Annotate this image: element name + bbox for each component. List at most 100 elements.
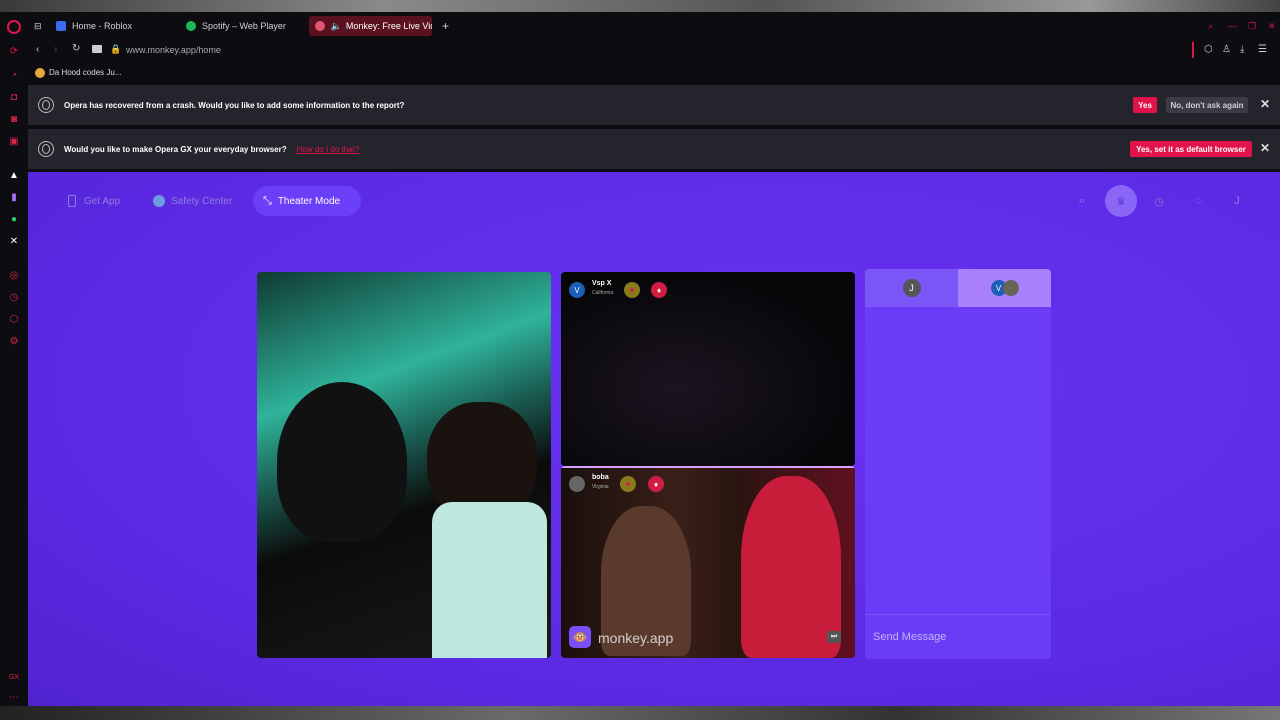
default-browser-notice: Would you like to make Opera GX your eve… xyxy=(28,129,1280,169)
search-tabs-icon[interactable]: ⌕ xyxy=(1202,16,1218,36)
crash-yes-button[interactable]: Yes xyxy=(1133,97,1157,113)
video-divider xyxy=(561,466,855,468)
default-notice-text: Would you like to make Opera GX your eve… xyxy=(64,144,287,154)
forward-icon[interactable]: › xyxy=(54,44,57,55)
shield-icon xyxy=(153,195,165,207)
bookmark-favicon-icon xyxy=(35,68,45,78)
tab-label: Spotify – Web Player xyxy=(202,21,286,31)
extensions-puzzle-icon[interactable]: ⬡ xyxy=(1204,44,1213,55)
participant-name: boba xyxy=(592,474,609,481)
skip-icon[interactable]: ⏭ xyxy=(827,631,841,643)
opera-logo-icon[interactable] xyxy=(7,20,21,34)
heart-icon[interactable]: ♥ xyxy=(624,282,640,298)
theater-mode-label: Theater Mode xyxy=(277,195,341,207)
camera-icon[interactable] xyxy=(92,45,102,53)
restore-icon[interactable]: ❐ xyxy=(1242,16,1258,36)
self-video xyxy=(257,272,551,658)
search-icon[interactable]: ⌕ xyxy=(1072,191,1092,211)
person-silhouette xyxy=(277,382,407,542)
reload-icon[interactable]: ↻ xyxy=(72,43,80,54)
profile-icon[interactable]: J xyxy=(1227,191,1247,211)
x-twitter-icon[interactable]: ✕ xyxy=(7,234,21,248)
close-notice-icon[interactable]: ✕ xyxy=(1260,97,1270,111)
music-icon[interactable]: ◎ xyxy=(7,268,21,282)
clock-icon[interactable]: ◷ xyxy=(1149,191,1169,211)
gx-icon[interactable]: GX xyxy=(7,670,21,684)
roblox-icon xyxy=(56,21,66,31)
user-avatar xyxy=(569,476,585,492)
url-field[interactable]: www.monkey.app/home xyxy=(126,45,221,55)
history-icon[interactable]: ◷ xyxy=(7,290,21,304)
chat-tab-avatar xyxy=(1002,280,1019,296)
chat-tab-partners[interactable]: V xyxy=(958,269,1051,307)
twitch-icon[interactable]: ▮ xyxy=(7,190,21,204)
extensions-icon[interactable]: ⬡ xyxy=(7,312,21,326)
watermark: monkey.app xyxy=(598,630,674,646)
tab-label: Home - Roblox xyxy=(72,21,133,31)
speaker-icon: 🔈 xyxy=(330,20,342,31)
speed-icon[interactable]: ◔ xyxy=(7,68,21,82)
bottom-edge xyxy=(0,706,1280,720)
bookmarks-bar: Da Hood codes Ju... xyxy=(28,62,1280,84)
tab-monkey[interactable]: 🔈 Monkey: Free Live Vid xyxy=(309,16,432,36)
lock-icon[interactable]: 🔒 xyxy=(110,44,121,55)
menu-icon[interactable]: ☰ xyxy=(1258,44,1267,55)
bag-icon[interactable]: ◘ xyxy=(7,90,21,104)
profile-initial: J xyxy=(1234,195,1240,207)
address-divider xyxy=(1192,42,1194,58)
participant-location: Virginia xyxy=(592,484,609,490)
remote-video-1: V Vsp X California ♥ ♦ xyxy=(561,272,855,466)
tv-icon[interactable]: ▣ xyxy=(7,134,21,148)
crash-no-button[interactable]: No, don't ask again xyxy=(1166,97,1248,113)
safety-center-label: Safety Center xyxy=(171,195,233,207)
back-icon[interactable]: ‹ xyxy=(36,44,39,55)
arrow-up-icon[interactable]: ▲ xyxy=(7,168,21,182)
tab-menu-icon[interactable]: ⊟ xyxy=(28,16,48,36)
settings-icon[interactable]: ⚙ xyxy=(7,334,21,348)
heart-icon[interactable]: ♥ xyxy=(620,476,636,492)
theater-mode-button[interactable]: ⤡ Theater Mode xyxy=(253,186,361,216)
user-avatar: V xyxy=(569,282,585,298)
crash-notice-text: Opera has recovered from a crash. Would … xyxy=(64,100,405,110)
gift-icon[interactable]: ♦ xyxy=(651,282,667,298)
whatsapp-icon[interactable]: ● xyxy=(7,212,21,226)
bookmark-item[interactable]: Da Hood codes Ju... xyxy=(49,68,121,77)
gift-icon[interactable]: ♦ xyxy=(648,476,664,492)
participant-location: California xyxy=(592,290,614,296)
screen: ⟳ ◔ ◘ ◙ ▣ ▲ ▮ ● ✕ ◎ ◷ ⬡ ⚙ GX ⋯ ⊟ Home - … xyxy=(0,0,1280,720)
refresh-icon[interactable]: ⟳ xyxy=(7,44,21,58)
more-icon[interactable]: ⋯ xyxy=(7,690,21,704)
account-icon[interactable]: ♙ xyxy=(1222,44,1231,55)
messenger-icon[interactable]: ◙ xyxy=(7,112,21,126)
get-app-button[interactable]: Get App xyxy=(58,186,130,216)
tab-label: Monkey: Free Live Vid xyxy=(345,21,432,31)
download-icon[interactable]: ⤓ xyxy=(1240,44,1244,55)
tab-spotify[interactable]: Spotify – Web Player xyxy=(180,16,305,36)
spotify-icon xyxy=(186,21,196,31)
crown-icon[interactable]: ♛ xyxy=(1105,185,1137,217)
opera-notice-icon xyxy=(38,141,54,157)
avatar-initial: V xyxy=(574,285,580,295)
monkey-page: Get App Safety Center ⤡ Theater Mode ⌕ ♛… xyxy=(28,172,1280,706)
safety-center-button[interactable]: Safety Center xyxy=(143,186,242,216)
message-input[interactable]: Send Message xyxy=(865,614,1051,659)
tab-roblox[interactable]: Home - Roblox xyxy=(50,16,175,36)
minimize-icon[interactable]: — xyxy=(1222,16,1238,36)
opera-sidebar: ⟳ ◔ ◘ ◙ ▣ ▲ ▮ ● ✕ ◎ ◷ ⬡ ⚙ GX ⋯ xyxy=(0,12,28,708)
opera-notice-icon xyxy=(38,97,54,113)
chat-panel: J V Send Message xyxy=(865,269,1051,659)
new-tab-button[interactable]: + xyxy=(436,16,454,36)
chat-tab-self[interactable]: J xyxy=(865,269,958,307)
close-window-icon[interactable]: ✕ xyxy=(1262,16,1278,36)
monkey-logo-icon: 🐵 xyxy=(569,626,591,648)
close-notice-icon[interactable]: ✕ xyxy=(1260,141,1270,155)
remote-video-2: boba Virginia ♥ ♦ 🐵 monkey.app ⏭ xyxy=(561,466,855,658)
chat-bubble-icon[interactable]: ◌ xyxy=(1188,191,1208,211)
how-to-link[interactable]: How do I do that? xyxy=(297,145,360,154)
set-default-button[interactable]: Yes, set it as default browser xyxy=(1130,141,1252,157)
person-silhouette xyxy=(741,476,841,658)
participant-name: Vsp X xyxy=(592,280,612,287)
get-app-label: Get App xyxy=(84,195,121,207)
monkey-icon xyxy=(315,21,325,31)
expand-icon: ⤡ xyxy=(263,194,272,207)
